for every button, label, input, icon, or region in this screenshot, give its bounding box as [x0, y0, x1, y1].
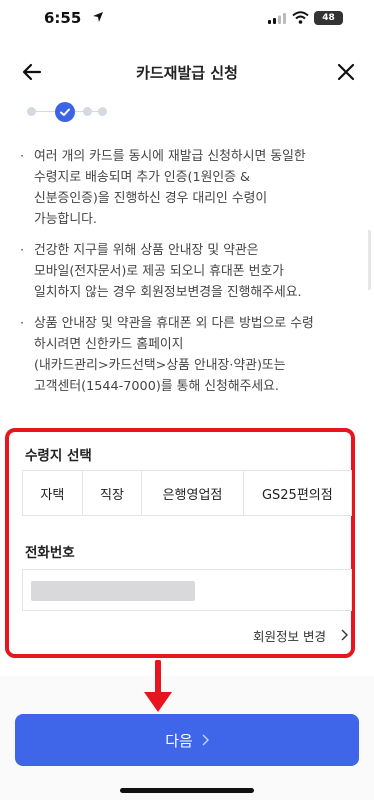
- bullet: ·: [20, 243, 25, 258]
- member-info-change-link[interactable]: 회원정보 변경: [253, 626, 326, 645]
- phone-number-masked: [31, 581, 195, 601]
- step-dot: [83, 107, 92, 116]
- close-icon[interactable]: [334, 60, 358, 84]
- next-button-label: 다음: [165, 731, 193, 750]
- phone-field[interactable]: [22, 569, 352, 611]
- check-icon: [60, 108, 70, 116]
- receipt-options: 자택 직장 은행영업점 GS25편의점: [22, 470, 352, 516]
- bullet: ·: [20, 149, 25, 164]
- step-dot: [27, 107, 36, 116]
- scrollbar[interactable]: [368, 230, 371, 290]
- status-bar: 6:55 48: [0, 0, 374, 36]
- down-arrow-annotation-icon: [144, 660, 172, 712]
- page-title: 카드재발급 신청: [136, 64, 238, 82]
- phone-label: 전화번호: [25, 545, 75, 561]
- option-bank-branch[interactable]: 은행영업점: [142, 471, 244, 515]
- notice-text: 상품 안내장 및 약관을 휴대폰 외 다른 방법으로 수령 하시려면 신한카드 …: [34, 316, 314, 394]
- progress-stepper: [27, 102, 107, 122]
- step-dot: [98, 107, 107, 116]
- header: 카드재발급 신청: [0, 52, 374, 92]
- notice-text: 여러 개의 카드를 동시에 재발급 신청하시면 동일한 수령지로 배송되며 추가…: [34, 149, 306, 227]
- notice-text: 건강한 지구를 위해 상품 안내장 및 약관은 모바일(전자문서)로 제공 되오…: [34, 243, 302, 300]
- chevron-right-icon: [341, 629, 348, 641]
- option-home[interactable]: 자택: [23, 471, 83, 515]
- battery-icon: 48: [314, 11, 343, 25]
- chevron-right-icon: [202, 734, 209, 746]
- bullet: ·: [20, 316, 25, 331]
- location-arrow-icon: [93, 12, 103, 22]
- notice-item: · 건강한 지구를 위해 상품 안내장 및 약관은 모바일(전자문서)로 제공 …: [20, 240, 355, 303]
- option-gs25[interactable]: GS25편의점: [244, 471, 351, 515]
- receipt-location-label: 수령지 선택: [25, 448, 92, 464]
- notice-item: · 상품 안내장 및 약관을 휴대폰 외 다른 방법으로 수령 하시려면 신한카…: [20, 313, 355, 397]
- delivery-form-highlight: 수령지 선택 자택 직장 은행영업점 GS25편의점 전화번호 회원정보 변경: [5, 428, 355, 658]
- wifi-icon: [292, 11, 309, 24]
- option-office[interactable]: 직장: [83, 471, 143, 515]
- notice-list: · 여러 개의 카드를 동시에 재발급 신청하시면 동일한 수령지로 배송되며 …: [20, 146, 355, 407]
- notice-item: · 여러 개의 카드를 동시에 재발급 신청하시면 동일한 수령지로 배송되며 …: [20, 146, 355, 230]
- signal-icon: [268, 13, 286, 24]
- status-time: 6:55: [44, 9, 82, 27]
- next-button[interactable]: 다음: [15, 714, 359, 766]
- home-indicator: [120, 788, 254, 793]
- step-current: [55, 102, 75, 122]
